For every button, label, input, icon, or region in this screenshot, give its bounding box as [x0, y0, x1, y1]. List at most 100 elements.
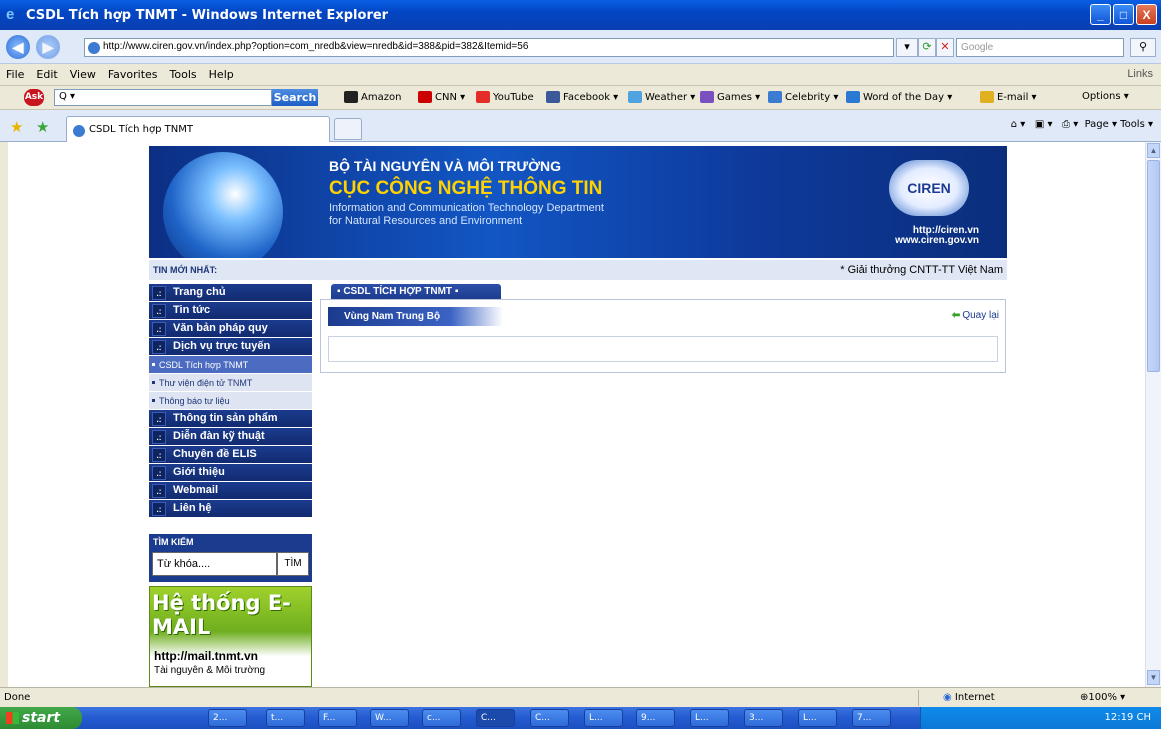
bullet-icon — [152, 399, 155, 402]
banner-urls: http://ciren.vn www.ciren.gov.vn — [895, 226, 979, 246]
bullet-icon: .: — [152, 322, 166, 336]
bullet-icon: .: — [152, 286, 166, 300]
title-bar: e CSDL Tích hợp TNMT - Windows Internet … — [0, 0, 1161, 30]
menu-file[interactable]: File — [6, 68, 24, 81]
sidebar-item-tin-tuc[interactable]: .: Tin tức — [149, 302, 312, 320]
sidebar-item-elis[interactable]: .: Chuyên đề ELIS — [149, 446, 312, 464]
scroll-thumb[interactable] — [1147, 160, 1160, 372]
menu-help[interactable]: Help — [209, 68, 234, 81]
keyword-input[interactable]: Từ khóa.... — [152, 552, 277, 576]
favorites-star-icon[interactable]: ★ — [10, 118, 23, 136]
options-button[interactable]: Options ▾ — [1082, 91, 1129, 102]
site-banner: BỘ TÀI NGUYÊN VÀ MÔI TRƯỜNG CỤC CÔNG NGH… — [149, 146, 1007, 258]
maximize-button[interactable]: □ — [1113, 4, 1134, 25]
sidebar-subitem-thong-bao[interactable]: Thông báo tư liệu — [149, 392, 312, 410]
ask-search-input[interactable]: Q ▾ — [54, 89, 272, 106]
bookmark-email[interactable]: E-mail ▾ — [980, 91, 1037, 103]
add-favorites-icon[interactable]: ★ — [36, 118, 49, 136]
bookmark-weather[interactable]: Weather ▾ — [628, 91, 695, 103]
content-results-box — [328, 336, 998, 362]
taskbar-button[interactable]: c... — [422, 709, 461, 727]
search-submit-button[interactable]: TÌM — [277, 552, 309, 576]
taskbar-button[interactable]: L... — [690, 709, 729, 727]
sidebar-item-label: Tin tức — [173, 304, 211, 316]
bookmark-celebrity[interactable]: Celebrity ▾ — [768, 91, 838, 103]
menu-edit[interactable]: Edit — [36, 68, 57, 81]
taskbar-button[interactable]: W... — [370, 709, 409, 727]
home-icon[interactable]: ⌂ ▾ — [1011, 119, 1026, 130]
ask-search-button[interactable]: Search — [272, 89, 318, 106]
sidebar-item-label: Chuyên đề ELIS — [173, 448, 257, 460]
taskbar-button[interactable]: t... — [266, 709, 305, 727]
taskbar-button[interactable]: 7... — [852, 709, 891, 727]
taskbar-button[interactable]: 2... — [208, 709, 247, 727]
email-system-banner[interactable]: Hệ thống E-MAIL http://mail.tnmt.vn Tài … — [149, 586, 312, 687]
menu-view[interactable]: View — [70, 68, 96, 81]
start-button[interactable]: start — [0, 707, 82, 729]
menu-tools[interactable]: Tools — [170, 68, 197, 81]
stop-icon[interactable]: ✕ — [936, 38, 954, 57]
taskbar-button[interactable]: L... — [798, 709, 837, 727]
bookmark-cnn[interactable]: CNN ▾ — [418, 91, 465, 103]
scroll-down-icon[interactable]: ▼ — [1147, 670, 1160, 685]
forward-arrow-icon[interactable]: ▶ — [36, 35, 60, 59]
system-tray: 12:19 CH — [920, 707, 1161, 729]
address-dropdown-icon[interactable]: ▾ — [896, 38, 918, 57]
taskbar-button[interactable]: L... — [584, 709, 623, 727]
taskbar-button[interactable]: F... — [318, 709, 357, 727]
back-arrow-icon[interactable]: ◀ — [6, 35, 30, 59]
amazon-icon — [344, 91, 358, 103]
start-label: start — [22, 710, 61, 726]
page-tools-menu[interactable]: Page ▾ Tools ▾ — [1085, 119, 1153, 130]
taskbar-button[interactable]: 9... — [636, 709, 675, 727]
bookmark-label: CNN ▾ — [435, 92, 466, 103]
status-bar: Done ◉ Internet ⊕100% ▾ — [0, 687, 1161, 707]
sidebar-item-dich-vu[interactable]: .: Dịch vụ trực tuyến — [149, 338, 312, 356]
vertical-scrollbar[interactable]: ▲ ▼ — [1145, 142, 1161, 687]
bookmark-youtube[interactable]: YouTube — [476, 91, 534, 103]
sidebar-item-label: Văn bản pháp quy — [173, 322, 268, 334]
sidebar-item-thong-tin[interactable]: .: Thông tin sản phẩm — [149, 410, 312, 428]
bookmark-amazon[interactable]: Amazon — [344, 91, 401, 103]
links-toolbar[interactable]: Links — [1127, 68, 1153, 80]
bullet-icon: .: — [152, 340, 166, 354]
bookmark-facebook[interactable]: Facebook ▾ — [546, 91, 618, 103]
ask-logo[interactable]: Ask — [24, 89, 44, 106]
news-label: TIN MỚI NHẤT: — [153, 265, 218, 275]
taskbar-button[interactable]: C... — [530, 709, 569, 727]
tab-active[interactable]: CSDL Tích hợp TNMT — [66, 116, 330, 142]
sidebar-item-gioi-thieu[interactable]: .: Giới thiệu — [149, 464, 312, 482]
close-button[interactable]: X — [1136, 4, 1157, 25]
banner-url-2: www.ciren.gov.vn — [895, 235, 979, 246]
sidebar-item-lien-he[interactable]: .: Liên hệ — [149, 500, 312, 518]
sidebar-item-dien-dan[interactable]: .: Diễn đàn kỹ thuật — [149, 428, 312, 446]
bookmark-label: Facebook ▾ — [563, 92, 619, 103]
print-icon[interactable]: ⎙ ▾ — [1062, 119, 1078, 130]
sidebar-item-van-ban[interactable]: .: Văn bản pháp quy — [149, 320, 312, 338]
sidebar-subitem-csdl[interactable]: CSDL Tích hợp TNMT — [149, 356, 312, 374]
back-link[interactable]: ⬅ Quay lại — [952, 310, 999, 321]
sidebar-subitem-thu-vien[interactable]: Thư viện điện tử TNMT — [149, 374, 312, 392]
zoom-level[interactable]: ⊕100% ▾ — [1080, 692, 1125, 703]
content-section-tab[interactable]: ▪ CSDL TÍCH HỢP TNMT ▪ — [331, 284, 501, 300]
bullet-icon — [152, 363, 155, 366]
sidebar-item-webmail[interactable]: .: Webmail — [149, 482, 312, 500]
refresh-icon[interactable]: ⟳ — [918, 38, 936, 57]
url-input[interactable]: http://www.ciren.gov.vn/index.php?option… — [84, 38, 894, 57]
minimize-button[interactable]: _ — [1090, 4, 1111, 25]
new-tab-button[interactable] — [334, 118, 362, 140]
menu-favorites[interactable]: Favorites — [108, 68, 158, 81]
sidebar-item-trang-chu[interactable]: .: Trang chủ — [149, 284, 312, 302]
taskbar-button[interactable]: 3... — [744, 709, 783, 727]
taskbar-button-active[interactable]: C... — [476, 709, 515, 727]
clock[interactable]: 12:19 CH — [1105, 712, 1152, 723]
feeds-icon[interactable]: ▣ ▾ — [1035, 119, 1053, 130]
bookmark-games[interactable]: Games ▾ — [700, 91, 760, 103]
news-ticker[interactable]: * Giải thưởng CNTT-TT Việt Nam — [840, 264, 1003, 276]
bookmark-word-of-the-day[interactable]: Word of the Day ▾ — [846, 91, 952, 103]
globe-zone-icon: ◉ — [943, 692, 955, 703]
scroll-up-icon[interactable]: ▲ — [1147, 143, 1160, 158]
search-icon[interactable]: ⚲ — [1130, 38, 1156, 57]
google-search-input[interactable]: Google — [956, 38, 1124, 57]
tab-favicon-icon — [73, 125, 85, 137]
